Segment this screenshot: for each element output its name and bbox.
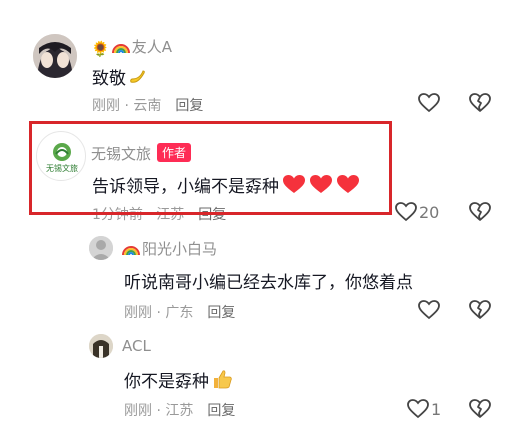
like-heart-icon[interactable] xyxy=(416,92,442,114)
dislike-broken-heart-icon[interactable] xyxy=(467,201,493,223)
author-name: 友人A xyxy=(131,38,172,56)
dislike-broken-heart-icon[interactable] xyxy=(467,92,493,114)
comment-meta: 刚刚 · 云南 回复 xyxy=(92,98,204,114)
comment-meta: 刚刚 · 江苏 回复 xyxy=(124,403,236,419)
avatar[interactable] xyxy=(89,334,113,358)
like-heart-icon[interactable] xyxy=(416,299,442,321)
like-count: 20 xyxy=(419,202,440,222)
dislike-broken-heart-icon[interactable] xyxy=(467,398,493,420)
comment-author[interactable]: 🌻 友人A xyxy=(91,36,172,58)
banana-icon xyxy=(128,67,148,92)
comment-text: 你不是孬种 xyxy=(124,367,233,395)
highlight-box xyxy=(29,121,392,215)
author-name: ACL xyxy=(122,337,151,355)
rainbow-icon xyxy=(122,242,140,260)
reply-button[interactable]: 回复 xyxy=(207,403,235,419)
comment-text: 致敬 xyxy=(92,64,148,92)
like-heart-icon[interactable]: 1 xyxy=(407,398,447,420)
rainbow-icon xyxy=(111,40,130,58)
comment-author[interactable]: ACL xyxy=(122,337,151,355)
avatar[interactable] xyxy=(33,34,77,78)
dislike-broken-heart-icon[interactable] xyxy=(467,299,493,321)
reply-button[interactable]: 回复 xyxy=(175,98,203,114)
comment-author[interactable]: 阳光小白马 xyxy=(122,238,217,260)
like-count: 1 xyxy=(431,399,442,419)
comment-text: 听说南哥小编已经去水库了，你悠着点 xyxy=(124,273,413,293)
avatar[interactable] xyxy=(89,236,113,260)
sunflower-icon: 🌻 xyxy=(91,40,110,58)
comment-meta: 刚刚 · 广东 回复 xyxy=(124,305,236,321)
author-name: 阳光小白马 xyxy=(142,240,218,258)
thumbs-up-icon xyxy=(211,368,233,395)
like-heart-icon[interactable]: 20 xyxy=(395,201,445,223)
reply-button[interactable]: 回复 xyxy=(207,305,235,321)
